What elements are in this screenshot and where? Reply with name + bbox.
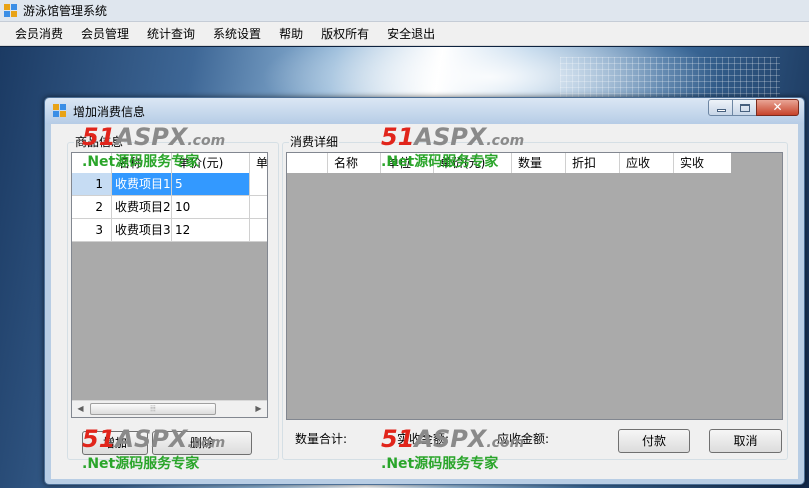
menu-copyright[interactable]: 版权所有 bbox=[312, 24, 378, 44]
window-controls: ✕ bbox=[708, 99, 799, 116]
product-price-cell[interactable]: 10 bbox=[172, 196, 250, 218]
dialog-client-area: 商品信息 名称 单价(元) 单 1 收费项目1 5 2 收费项目2 10 3 收… bbox=[51, 124, 798, 479]
product-name-cell[interactable]: 收费项目2 bbox=[112, 196, 172, 218]
detail-col-quantity[interactable]: 数量 bbox=[512, 153, 566, 173]
product-extra-cell[interactable] bbox=[250, 196, 267, 218]
detail-col-discount[interactable]: 折扣 bbox=[566, 153, 620, 173]
product-col-price[interactable]: 单价(元) bbox=[172, 153, 250, 173]
consumption-detail-label: 消费详细 bbox=[289, 135, 340, 149]
detail-col-unit-price[interactable]: 单价(元) bbox=[434, 153, 512, 173]
product-col-name[interactable]: 名称 bbox=[112, 153, 172, 173]
product-info-label: 商品信息 bbox=[74, 135, 125, 149]
product-row[interactable]: 3 收费项目3 12 bbox=[72, 219, 267, 242]
dialog-icon bbox=[53, 104, 67, 118]
product-grid-header: 名称 单价(元) 单 bbox=[72, 153, 267, 173]
quantity-total-label: 数量合计: bbox=[295, 432, 348, 446]
product-grid[interactable]: 名称 单价(元) 单 1 收费项目1 5 2 收费项目2 10 3 收费项目3 … bbox=[71, 152, 268, 418]
menu-member-consumption[interactable]: 会员消费 bbox=[6, 24, 72, 44]
receivable-amount-label: 应收金额: bbox=[497, 432, 550, 446]
menu-statistics[interactable]: 统计查询 bbox=[138, 24, 204, 44]
menu-exit[interactable]: 安全退出 bbox=[378, 24, 444, 44]
scroll-thumb[interactable]: ⦙⦙⦙ bbox=[90, 403, 216, 415]
product-name-cell[interactable]: 收费项目3 bbox=[112, 219, 172, 241]
dialog-title: 增加消费信息 bbox=[73, 104, 146, 119]
minimize-button[interactable] bbox=[708, 99, 733, 116]
close-icon: ✕ bbox=[772, 100, 783, 114]
detail-col-unit[interactable]: 单位 bbox=[381, 153, 434, 173]
menu-help[interactable]: 帮助 bbox=[270, 24, 312, 44]
minimize-icon bbox=[717, 109, 726, 112]
app-title: 游泳馆管理系统 bbox=[23, 4, 108, 18]
product-row[interactable]: 1 收费项目1 5 bbox=[72, 173, 267, 196]
detail-grid-header: 名称 单位 单价(元) 数量 折扣 应收 实收 bbox=[287, 153, 731, 173]
detail-col-receivable[interactable]: 应收 bbox=[620, 153, 674, 173]
detail-grid-corner bbox=[287, 153, 328, 173]
scroll-right-icon[interactable]: ▶ bbox=[250, 401, 267, 417]
actual-amount-label: 实收金额: bbox=[397, 432, 450, 446]
product-price-cell[interactable]: 5 bbox=[172, 173, 250, 195]
add-button[interactable]: 增加 bbox=[82, 431, 148, 455]
close-button[interactable]: ✕ bbox=[756, 99, 799, 116]
product-name-cell[interactable]: 收费项目1 bbox=[112, 173, 172, 195]
cancel-button[interactable]: 取消 bbox=[709, 429, 782, 453]
consumption-detail-grid[interactable]: 名称 单位 单价(元) 数量 折扣 应收 实收 bbox=[286, 152, 783, 420]
product-extra-cell[interactable] bbox=[250, 219, 267, 241]
app-icon bbox=[4, 3, 18, 18]
product-col-extra[interactable]: 单 bbox=[250, 153, 267, 173]
delete-button[interactable]: 删除 bbox=[152, 431, 252, 455]
scroll-left-icon[interactable]: ◀ bbox=[72, 401, 89, 417]
add-consumption-dialog: 增加消费信息 ✕ 商品信息 名称 单价(元) 单 1 收费项目1 5 2 收费项… bbox=[44, 97, 805, 485]
menu-bar: 会员消费 会员管理 统计查询 系统设置 帮助 版权所有 安全退出 bbox=[0, 22, 809, 46]
detail-col-name[interactable]: 名称 bbox=[328, 153, 381, 173]
product-price-cell[interactable]: 12 bbox=[172, 219, 250, 241]
product-grid-corner bbox=[72, 153, 112, 173]
menu-system-settings[interactable]: 系统设置 bbox=[204, 24, 270, 44]
row-index: 2 bbox=[72, 196, 112, 218]
maximize-button[interactable] bbox=[732, 99, 757, 116]
product-extra-cell[interactable] bbox=[250, 173, 267, 195]
row-index: 3 bbox=[72, 219, 112, 241]
dialog-titlebar[interactable]: 增加消费信息 ✕ bbox=[45, 98, 804, 124]
product-grid-hscrollbar[interactable]: ◀ ⦙⦙⦙ ▶ bbox=[72, 400, 267, 417]
detail-col-received[interactable]: 实收 bbox=[674, 153, 731, 173]
row-index: 1 bbox=[72, 173, 112, 195]
maximize-icon bbox=[740, 104, 750, 112]
menu-member-management[interactable]: 会员管理 bbox=[72, 24, 138, 44]
pay-button[interactable]: 付款 bbox=[618, 429, 690, 453]
product-row[interactable]: 2 收费项目2 10 bbox=[72, 196, 267, 219]
main-titlebar: 游泳馆管理系统 bbox=[0, 0, 809, 22]
